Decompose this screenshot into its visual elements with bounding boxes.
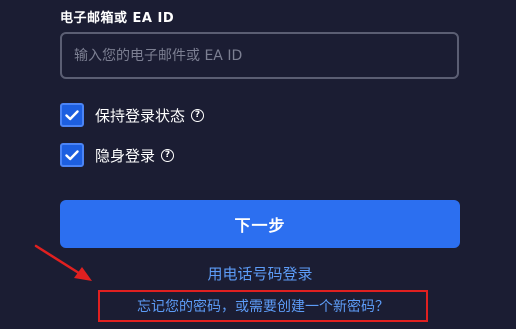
forgot-password-link[interactable]: 忘记您的密码，或需要创建一个新密码？ bbox=[98, 296, 428, 316]
next-button[interactable]: 下一步 bbox=[60, 200, 460, 248]
checkmark-icon bbox=[65, 149, 79, 160]
question-circle-icon[interactable]: ? bbox=[161, 148, 175, 162]
invisible-login-checkbox[interactable] bbox=[60, 143, 84, 167]
keep-signed-in-option[interactable]: 保持登录状态 ? bbox=[60, 102, 205, 128]
invisible-login-option[interactable]: 隐身登录 ? bbox=[60, 142, 175, 168]
red-arrow-icon bbox=[34, 244, 92, 281]
keep-signed-in-label: 保持登录状态 bbox=[95, 106, 186, 125]
question-circle-icon[interactable]: ? bbox=[191, 108, 205, 122]
email-label: 电子邮箱或 EA ID bbox=[60, 11, 175, 26]
invisible-login-label: 隐身登录 bbox=[95, 146, 156, 165]
email-input[interactable] bbox=[60, 32, 459, 79]
checkmark-icon bbox=[65, 109, 79, 120]
keep-signed-in-checkbox[interactable] bbox=[60, 103, 84, 127]
phone-login-link[interactable]: 用电话号码登录 bbox=[60, 263, 460, 284]
